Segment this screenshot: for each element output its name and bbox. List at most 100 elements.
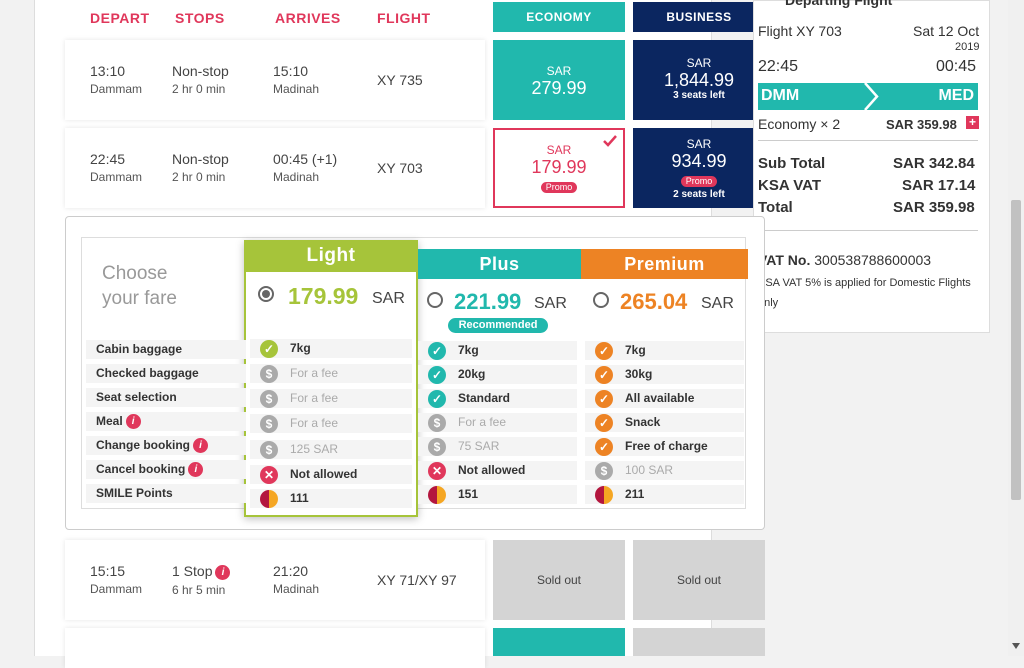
stops-text: 1 Stop [172, 563, 213, 579]
fare-amount: 179.99 [531, 157, 587, 177]
expand-plus-icon[interactable]: + [966, 116, 979, 129]
dollar-icon: $ [260, 415, 278, 433]
premium-header: Premium [581, 249, 748, 279]
economy-sold-out: Sold out [493, 540, 625, 620]
check-icon: ✓ [595, 390, 613, 408]
tab-economy[interactable]: ECONOMY [493, 2, 625, 32]
stops: Non-stop [172, 63, 229, 79]
value: 111 [290, 491, 309, 505]
dollar-icon: $ [595, 462, 613, 480]
arrive-city: Madinah [273, 170, 320, 184]
arrive-time: 00:45 (+1) [273, 151, 338, 167]
premium-seat-selection: ✓ All available [585, 389, 744, 408]
info-icon[interactable]: i [215, 564, 231, 580]
plus-cabin-baggage: ✓ 7kg [418, 341, 577, 360]
value: 151 [458, 487, 479, 501]
value: 30kg [625, 367, 653, 381]
scrollbar[interactable] [1008, 0, 1024, 656]
economy-fare-button[interactable]: SAR 279.99 [493, 40, 625, 120]
total-value: SAR 359.98 [893, 199, 975, 216]
business-fare-button[interactable]: SAR 934.99 Promo 2 seats left [633, 128, 765, 208]
light-radio[interactable] [258, 286, 274, 302]
summary-flight: Flight XY 703 [758, 23, 842, 39]
value: For a fee [290, 366, 339, 380]
check-icon: ✓ [428, 390, 446, 408]
feature-seat-selection: Seat selection [86, 388, 246, 407]
light-smile-points: 111 [250, 489, 412, 508]
light-seat-selection: $ For a fee [250, 389, 412, 408]
scroll-down-arrow-icon[interactable] [1012, 643, 1020, 649]
seats-left: 3 seats left [673, 90, 725, 101]
premium-cabin-baggage: ✓ 7kg [585, 341, 744, 360]
arrive-time: 21:20 [273, 563, 309, 579]
check-icon: ✓ [428, 366, 446, 384]
summary-arr-time: 00:45 [936, 58, 977, 75]
info-icon[interactable]: i [125, 414, 141, 430]
value: 7kg [290, 341, 311, 355]
feature-checked-baggage: Checked baggage [86, 364, 246, 383]
duration: 2 hr 0 min [172, 170, 226, 184]
your-fare-text: your fare [102, 288, 177, 309]
value: 7kg [458, 343, 479, 357]
economy-fare-button[interactable] [493, 628, 625, 656]
feature-change-booking: Change booking i [86, 436, 246, 455]
value: Snack [625, 415, 661, 429]
chevron-right-icon [864, 83, 879, 110]
plus-meal: $ For a fee [418, 413, 577, 432]
premium-price: 265.04 [620, 289, 688, 314]
divider [758, 230, 978, 231]
value: All available [625, 391, 695, 405]
info-icon[interactable]: i [188, 462, 204, 478]
info-icon[interactable]: i [193, 438, 208, 454]
value: Not allowed [290, 467, 358, 481]
vat-value: SAR 17.14 [902, 177, 976, 194]
vat-note: KSA VAT 5% is applied for Domestic Fligh… [758, 277, 971, 309]
cross-icon: ✕ [428, 462, 446, 480]
tab-business[interactable]: BUSINESS [633, 2, 765, 32]
summary-heading: Departing Flight [785, 0, 893, 8]
light-change-booking: $125 SAR [250, 440, 412, 459]
vat-label: KSA VAT [758, 177, 822, 194]
value: Free of charge [625, 439, 708, 453]
check-icon: ✓ [595, 366, 613, 384]
fare-amount: 279.99 [531, 78, 587, 98]
plus-currency: SAR [534, 295, 567, 312]
dollar-icon: $ [260, 441, 278, 459]
value: 125 SAR [290, 442, 339, 456]
choose-text: Choose [102, 263, 168, 284]
duration: 2 hr 0 min [172, 82, 226, 96]
summary-date: Sat 12 Oct [913, 23, 980, 39]
dollar-icon: $ [260, 390, 278, 408]
summary-pax: Economy × 2 [758, 116, 841, 132]
dollar-icon: $ [428, 438, 446, 456]
premium-smile-points: 211 [585, 485, 744, 504]
business-fare-button[interactable] [633, 628, 765, 656]
plus-radio[interactable] [427, 292, 443, 308]
route-bar: DMM MED [758, 83, 978, 110]
premium-radio[interactable] [593, 292, 609, 308]
plus-header: Plus [418, 249, 581, 279]
vat-no-label: VAT No. [758, 252, 811, 268]
divider [758, 140, 978, 141]
choose-fare-title: Choose your fare [102, 261, 177, 311]
value: Standard [458, 391, 511, 405]
plus-seat-selection: ✓ Standard [418, 389, 577, 408]
economy-fare-button-selected[interactable]: SAR 179.99 Promo [493, 128, 625, 208]
business-fare-button[interactable]: SAR 1,844.99 3 seats left [633, 40, 765, 120]
plus-smile-points: 151 [418, 485, 577, 504]
total-label: Total [758, 199, 793, 216]
subtotal-label: Sub Total [758, 155, 826, 172]
scrollbar-thumb[interactable] [1011, 200, 1021, 500]
light-meal: $ For a fee [250, 414, 412, 433]
currency: SAR [546, 64, 572, 78]
col-flight: FLIGHT [377, 10, 431, 26]
plus-price: 221.99 [454, 289, 522, 314]
fare-amount: 934.99 [671, 151, 727, 171]
premium-currency: SAR [701, 295, 734, 312]
feature-cancel-booking: Cancel booking i [86, 460, 246, 479]
light-cabin-baggage: ✓ 7kg [250, 339, 412, 358]
flight-row [65, 628, 485, 668]
vat-no: 300538788600003 [814, 252, 932, 268]
stops: 1 Stop i [172, 563, 231, 580]
arrive-time: 15:10 [273, 63, 309, 79]
